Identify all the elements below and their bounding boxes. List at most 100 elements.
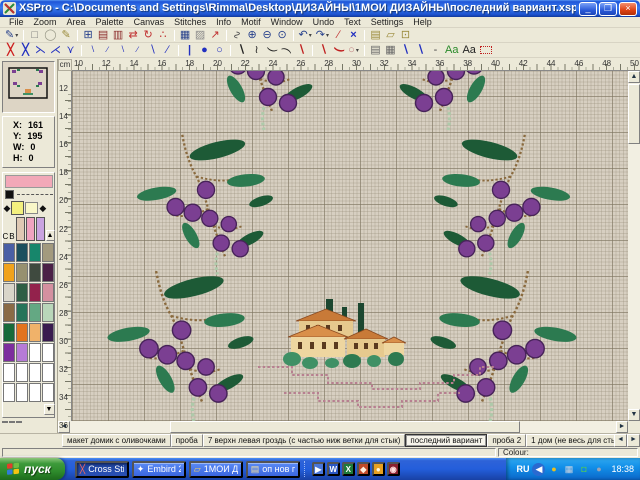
dropdown-arrow-icon[interactable]: ▾ (15, 32, 18, 39)
tabs-scroll-right-button[interactable]: ► (627, 434, 640, 447)
palette-swatch-4-3[interactable] (42, 323, 54, 342)
thick-backstitch-red[interactable]: ∖ (316, 43, 331, 57)
start-button[interactable]: пуск (0, 458, 65, 480)
column-bar-2[interactable] (26, 217, 35, 241)
palette-swatch-5-3[interactable] (42, 343, 54, 362)
palette-swatch-2-1[interactable] (16, 283, 28, 302)
app-darkred-icon[interactable]: ◉ (387, 462, 400, 476)
tray-globe-icon[interactable]: ● (592, 463, 605, 476)
bead-filled-tool[interactable]: ● (197, 43, 212, 57)
tray-media-icon[interactable]: ◀ (532, 463, 545, 476)
sheet-tab-6[interactable]: 1 дом (не весь для стыковки) (526, 434, 614, 447)
palette-swatch-7-2[interactable] (29, 383, 41, 402)
export-image-tool[interactable]: ▦ (178, 28, 193, 42)
palette-swatch-3-3[interactable] (42, 303, 54, 322)
menu-item-window[interactable]: Window (266, 17, 308, 27)
quarter-stitch-2[interactable]: ∕ (100, 43, 115, 57)
copy-design-button[interactable]: ▤ (368, 28, 383, 42)
palette-swatch-4-0[interactable] (3, 323, 15, 342)
media-player-icon[interactable]: ▶ (312, 462, 325, 476)
rotate-motif-tool[interactable]: ↻ (141, 28, 156, 42)
palette-swatch-6-3[interactable] (42, 363, 54, 382)
taskbar-window-cross-stitch[interactable]: ╳Cross Sti... (75, 461, 129, 478)
taskbar-window-embird[interactable]: ✦Embird 2... (132, 461, 186, 478)
palette-swatch-1-1[interactable] (16, 263, 28, 282)
taskbar-window-folder[interactable]: ▱1МОИ Д... (189, 461, 243, 478)
scroll-down-button[interactable]: ▼ (628, 409, 640, 421)
select-region-tool[interactable] (478, 43, 494, 57)
menu-item-stitches[interactable]: Stitches (169, 17, 211, 27)
palette-swatch-3-0[interactable] (3, 303, 15, 322)
palette-swatch-2-0[interactable] (3, 283, 15, 302)
zoom-in-tool[interactable]: ⊕ (245, 28, 260, 42)
front-color-swatch[interactable] (11, 201, 24, 215)
menu-item-text[interactable]: Text (339, 17, 366, 27)
menu-item-area[interactable]: Area (62, 17, 91, 27)
sheet-tab-5[interactable]: проба 2 (487, 434, 526, 447)
vertical-scroll-thumb[interactable] (628, 84, 640, 144)
quarter-stitch-3[interactable]: ∖ (115, 43, 130, 57)
palette-swatch-0-1[interactable] (16, 243, 28, 262)
menu-item-palette[interactable]: Palette (91, 17, 129, 27)
palette-swatch-5-1[interactable] (16, 343, 28, 362)
sheet-tab-2[interactable]: проба (171, 434, 203, 447)
sheet-tab-1[interactable]: макет домик с оливочками (62, 434, 171, 447)
lasso-select-tool[interactable]: ◯ (42, 28, 58, 42)
palette-swatch-0-2[interactable] (29, 243, 41, 262)
paste-design-button[interactable]: ⊡ (398, 28, 413, 42)
backstitch-bead-tool[interactable]: ≀ (249, 43, 264, 57)
new-design-button[interactable]: ▱ (383, 28, 398, 42)
half-cross-left[interactable]: ⋋ (33, 43, 48, 57)
column-bar-3[interactable] (36, 217, 45, 241)
vertical-scrollbar[interactable]: ▲ ▼ (628, 71, 640, 421)
quarter-stitch-4[interactable]: ∕ (130, 43, 145, 57)
menu-item-zoom[interactable]: Zoom (29, 17, 62, 27)
minimize-button[interactable]: _ (579, 2, 597, 16)
palette-swatch-6-2[interactable] (29, 363, 41, 382)
maximize-button[interactable]: ❐ (599, 2, 617, 16)
horizontal-scroll-thumb[interactable] (170, 421, 520, 433)
flip-motif-tool[interactable]: ⊞ (81, 28, 96, 42)
half-stitch-back[interactable]: ∖ (145, 43, 160, 57)
curve-red-tool[interactable]: ( (331, 43, 346, 57)
tray-green-icon[interactable]: ◘ (577, 463, 590, 476)
black-square-swatch[interactable] (5, 190, 14, 199)
tray-yellow-icon[interactable]: ● (547, 463, 560, 476)
close-button[interactable]: × (619, 2, 637, 16)
text-tool[interactable]: Aa (460, 43, 477, 57)
special-stitch-1[interactable]: ∖ (398, 43, 413, 57)
menu-item-settings[interactable]: Settings (366, 17, 409, 27)
quarter-stitch-1[interactable]: ∖ (85, 43, 100, 57)
palette-swatch-7-3[interactable] (42, 383, 54, 402)
app-orange-icon[interactable]: ● (372, 462, 385, 476)
palette-swatch-4-2[interactable] (29, 323, 41, 342)
sheet-tab-3[interactable]: 7 верхн левая гроздь (с частью ниж ветки… (203, 434, 406, 447)
dropdown-arrow-icon[interactable]: ▾ (309, 32, 312, 39)
zoom-100-tool[interactable]: ⊙ (275, 28, 290, 42)
palette-swatch-3-2[interactable] (29, 303, 41, 322)
titlebar[interactable]: XSPro - C:\Documents and Settings\Rimma\… (0, 0, 640, 17)
palette-swatch-3-1[interactable] (16, 303, 28, 322)
line-tool[interactable]: ∕ (331, 28, 346, 42)
palette-swatch-2-2[interactable] (29, 283, 41, 302)
palette-swatch-1-0[interactable] (3, 263, 15, 282)
scroll-right-button[interactable]: ► (616, 421, 628, 433)
text-tool-small[interactable]: Aa (443, 43, 460, 57)
language-indicator[interactable]: RU (516, 464, 529, 474)
design-preview[interactable] (2, 61, 55, 113)
french-knot-tool[interactable]: ○ (212, 43, 227, 57)
scroll-up-button[interactable]: ▲ (628, 71, 640, 83)
ellipse-tool[interactable]: ○▾ (346, 43, 361, 57)
delete-tool[interactable]: × (346, 28, 361, 42)
tabs-scroll-left-button[interactable]: ◄ (614, 434, 627, 447)
palette-swatch-1-2[interactable] (29, 263, 41, 282)
palette-swatch-2-3[interactable] (42, 283, 54, 302)
horizontal-scrollbar[interactable]: ◄ ► (58, 421, 628, 433)
back-color-swatch[interactable] (25, 202, 38, 214)
curve-stitch-tool[interactable]: ( (264, 43, 279, 57)
half-cross-right[interactable]: ⋌ (48, 43, 63, 57)
palette-swatch-0-3[interactable] (42, 243, 54, 262)
undo-button[interactable]: ↶▾ (297, 28, 314, 42)
taskbar-window-document[interactable]: ▤оп нов п... (246, 461, 300, 478)
excel-icon[interactable]: X (342, 462, 355, 476)
